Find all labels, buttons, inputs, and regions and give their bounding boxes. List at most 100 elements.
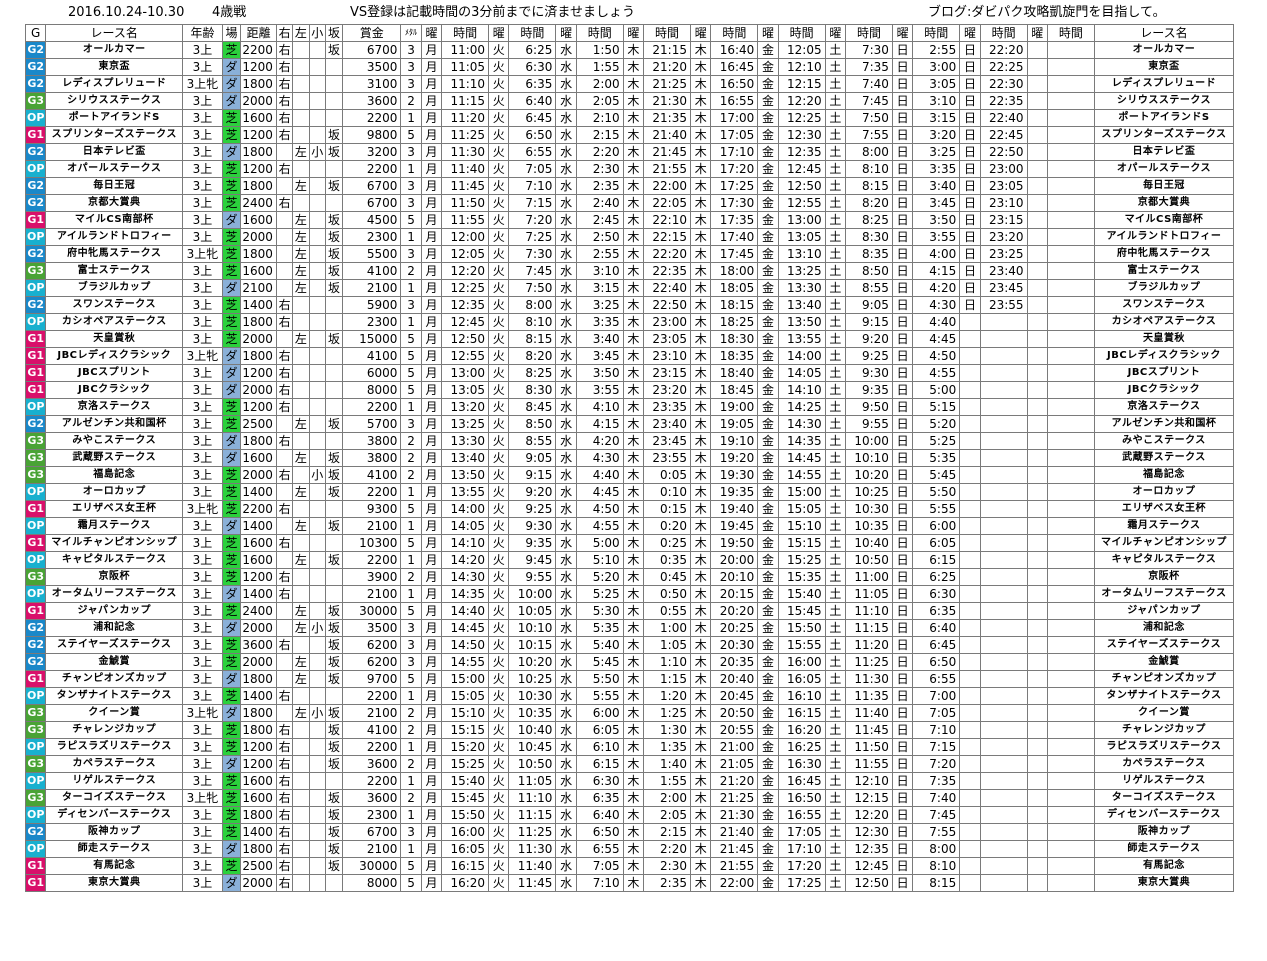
table-row[interactable]: OP ポートアイランドS 3上芝 1600 右 2200 1 月 11:20 火 6:45 水 2:10… [24,109,1235,127]
weekday-label: 土 [824,517,847,535]
age-condition: 3上 [182,211,223,229]
table-row[interactable]: G2 日本テレビ盃 3上ダ 1800 左小坂 3200 3 月 11:30 火 6:55 水 2:20 木… [24,143,1235,161]
race-time: 0:45 [643,568,691,586]
table-row[interactable]: G1 チャンピオンズカップ 3上ダ 1800 左坂 9700 5 月 15:00 火 10:25 水 5… [24,670,1235,688]
table-row[interactable]: G3 富士ステークス 3上芝 1600 左坂 4100 2 月 12:20 火 7:45 水 3:10 木… [24,262,1235,280]
small-track [308,330,326,348]
table-row[interactable]: G1 ジャパンカップ 3上芝 2400 左坂 30000 5 月 14:40 火 10:05 水 5:3… [24,602,1235,620]
weekday-label [1026,296,1048,314]
table-row[interactable]: OP オーロカップ 3上芝 1400 左坂 2200 1 月 13:55 火 9:20 水 4:45 木 0… [24,483,1235,501]
table-row[interactable]: G2 オールカマー 3上芝 2200 右坂 6700 3 月 11:00 火 6:25 水 1:50 木 2… [24,41,1235,59]
table-row[interactable]: G3 シリウスステークス 3上ダ 2000 右 3600 2 月 11:15 火 6:40 水 2:05… [24,92,1235,110]
table-row[interactable]: OP 霜月ステークス 3上ダ 1400 左坂 2100 1 月 14:05 火 9:30 水 4:55 木… [24,517,1235,535]
table-row[interactable]: OP ディセンバーステークス 3上芝 1800 右坂 2300 1 月 15:50 火 11:15 水… [24,806,1235,824]
table-row[interactable]: G3 みやこステークス 3上ダ 1800 右 3800 2 月 13:30 火 8:55 水 4:20 木… [24,432,1235,450]
grade-badge: G1 [24,602,47,620]
table-row[interactable]: G2 府中牝馬ステークス 3上牝芝 1800 左坂 5500 3 月 12:05 火 7:30 水 2:… [24,245,1235,263]
table-row[interactable]: G2 京都大賞典 3上芝 2400 右 6700 3 月 11:50 火 7:15 水 2:40 木 22:… [24,194,1235,212]
table-row[interactable]: G2 レディスプレリュード 3上牝ダ 1800 右 3100 3 月 11:10 火 6:35 水 2:… [24,75,1235,93]
left-turn [292,92,310,110]
race-time: 22:25 [979,58,1028,76]
race-time: 19:50 [710,534,759,552]
race-time [1046,840,1095,858]
race-time: 17:00 [710,109,759,127]
weekday-label: 木 [622,619,645,637]
race-time: 2:20 [575,143,624,161]
track-surface: 芝 [221,721,242,739]
weekday-label: 日 [891,143,914,161]
table-row[interactable]: G3 ターコイズステークス 3上牝芝 1600 右坂 3600 2 月 15:45 火 11:10 水… [24,789,1235,807]
track-surface: 芝 [221,109,242,127]
track-surface: 芝 [221,415,242,433]
blog-link[interactable]: ブログ:ダビパク攻略凱旋門を目指して。 [928,5,1166,21]
table-row[interactable]: G2 ステイヤーズステークス 3上芝 3600 右坂 6200 3 月 14:50 火 10:15 水… [24,636,1235,654]
table-row[interactable]: G3 カペラステークス 3上ダ 1200 右坂 3600 2 月 15:25 火 10:50 水 6:1… [24,755,1235,773]
table-row[interactable]: G1 東京大賞典 3上ダ 2000 右 8000 5 月 16:20 火 11:45 水 7:10 木 2:… [24,874,1235,892]
race-time: 9:05 [845,296,893,314]
prize-money: 6200 [342,636,402,654]
table-row[interactable]: G3 チャレンジカップ 3上芝 1800 右坂 4100 2 月 15:15 火 10:40 水 6:0… [24,721,1235,739]
weekday-label: 火 [488,296,510,314]
table-row[interactable]: OP アイルランドトロフィー 3上芝 2000 左坂 2300 1 月 12:00 火 7:25 水 2… [24,228,1235,246]
table-row[interactable]: OP ラピスラズリステークス 3上芝 1200 右坂 2200 1 月 15:20 火 10:45 水… [24,738,1235,756]
table-row[interactable]: G2 阪神カップ 3上芝 1400 右坂 6700 3 月 16:00 火 11:25 水 6:50 木 2… [24,823,1235,841]
table-row[interactable]: G1 天皇賞秋 3上芝 2000 左坂 15000 5 月 12:50 火 8:15 水 3:40 木 23… [24,330,1235,348]
race-time: 10:15 [508,636,557,654]
table-row[interactable]: G2 金鯱賞 3上芝 2000 左坂 6200 3 月 14:55 火 10:20 水 5:45 木 1:1… [24,653,1235,671]
weekday-label: 日 [891,279,914,297]
table-row[interactable]: G1 マイルCS南部杯 3上ダ 1600 左坂 4500 5 月 11:55 火 7:20 水 2:45… [24,211,1235,229]
table-row[interactable]: G1 JBCクラシック 3上ダ 2000 右 8000 5 月 13:05 火 8:30 水 3:55 木… [24,381,1235,399]
table-row[interactable]: G2 浦和記念 3上ダ 2000 左小坂 3500 3 月 14:45 火 10:10 水 5:35 木 1… [24,619,1235,637]
table-row[interactable]: OP 京洛ステークス 3上芝 1200 右 2200 1 月 13:20 火 8:45 水 4:10 木 2… [24,398,1235,416]
date-range: 2016.10.24-10.30 [68,5,185,20]
race-name: アルゼンチン共和国杯 [45,415,184,433]
weekday-label [1026,398,1048,416]
table-row[interactable]: G3 武蔵野ステークス 3上ダ 1600 左坂 3800 2 月 13:40 火 9:05 水 4:30… [24,449,1235,467]
table-row[interactable]: OP キャピタルステークス 3上芝 1600 左坂 2200 1 月 14:20 火 9:45 水 5:… [24,551,1235,569]
table-row[interactable]: G3 クイーン賞 3上牝ダ 1800 左小坂 2100 2 月 15:10 火 10:35 水 6:00… [24,704,1235,722]
table-row[interactable]: OP オパールステークス 3上芝 1200 右 2200 1 月 11:40 火 7:05 水 2:30… [24,160,1235,178]
race-time: 6:50 [508,126,557,144]
table-row[interactable]: G1 エリザベス女王杯 3上牝芝 2200 右 9300 5 月 14:00 火 9:25 水 4:50… [24,500,1235,518]
race-time: 18:35 [710,347,759,365]
weekday-label: 水 [555,126,577,144]
race-time: 14:30 [441,568,490,586]
table-row[interactable]: G2 スワンステークス 3上芝 1400 右 5900 3 月 12:35 火 8:00 水 3:25 木… [24,296,1235,314]
table-row[interactable]: OP ブラジルカップ 3上ダ 2100 左坂 2100 1 月 12:25 火 7:50 水 3:15 木… [24,279,1235,297]
race-time: 2:35 [575,177,624,195]
table-row[interactable]: G1 JBCレディスクラシック 3上牝ダ 1800 右 4100 5 月 12:55 火 8:20 水… [24,347,1235,365]
weekday-label: 月 [420,874,443,892]
weekday-label: 金 [757,245,779,263]
left-turn: 左 [292,670,310,688]
race-time: 6:30 [575,772,624,790]
weekday-label: 金 [757,262,779,280]
track-surface: 芝 [221,823,242,841]
race-time: 9:35 [845,381,893,399]
race-time: 0:15 [643,500,691,518]
race-time: 8:20 [508,347,557,365]
race-name-right: ラピスラズリステークス [1093,738,1235,756]
table-row[interactable]: G2 アルゼンチン共和国杯 3上芝 2500 左坂 5700 3 月 13:25 火 8:50 水 4:… [24,415,1235,433]
table-row[interactable]: OP オータムリーフステークス 3上ダ 1400 右 2100 1 月 14:35 火 10:00 水… [24,585,1235,603]
race-name: 京洛ステークス [45,398,184,416]
race-time: 2:35 [643,874,691,892]
table-row[interactable]: OP タンザナイトステークス 3上芝 1400 右 2200 1 月 15:05 火 10:30 水 5… [24,687,1235,705]
table-row[interactable]: G2 東京盃 3上ダ 1200 右 3500 3 月 11:05 火 6:30 水 1:55 木 21:20… [24,58,1235,76]
table-row[interactable]: G1 JBCスプリント 3上ダ 1200 右 6000 5 月 13:00 火 8:25 水 3:50 木… [24,364,1235,382]
table-row[interactable]: G1 有馬記念 3上芝 2500 右坂 30000 5 月 16:15 火 11:40 水 7:05 木 2… [24,857,1235,875]
table-row[interactable]: G3 京阪杯 3上芝 1200 右 3900 2 月 14:30 火 9:55 水 5:20 木 0:45 木… [24,568,1235,586]
table-row[interactable]: G3 福島記念 3上芝 2000 右小坂 4100 2 月 13:50 火 9:15 水 4:40 木 0:… [24,466,1235,484]
table-row[interactable]: G2 毎日王冠 3上芝 1800 左坂 6700 3 月 11:45 火 7:10 水 2:35 木 22:… [24,177,1235,195]
small-track [308,211,326,229]
race-time: 6:30 [912,585,961,603]
race-time: 17:40 [710,228,759,246]
left-turn [292,755,310,773]
weekday-label: 木 [689,398,712,416]
table-row[interactable]: G1 スプリンターズステークス 3上芝 1200 右坂 9800 5 月 11:25 火 6:50 水… [24,126,1235,144]
table-row[interactable]: OP カシオペアステークス 3上芝 1800 右 2300 1 月 12:45 火 8:10 水 3:3… [24,313,1235,331]
weekday-label [959,857,981,875]
table-row[interactable]: G1 マイルチャンピオンシップ 3上芝 1600 右 10300 5 月 14:10 火 9:35 水… [24,534,1235,552]
weekday-label: 金 [757,109,779,127]
table-row[interactable]: OP 師走ステークス 3上ダ 1800 右坂 2100 1 月 16:05 火 11:30 水 6:55… [24,840,1235,858]
table-row[interactable]: OP リゲルステークス 3上芝 1600 右 2200 1 月 15:40 火 11:05 水 6:30… [24,772,1235,790]
